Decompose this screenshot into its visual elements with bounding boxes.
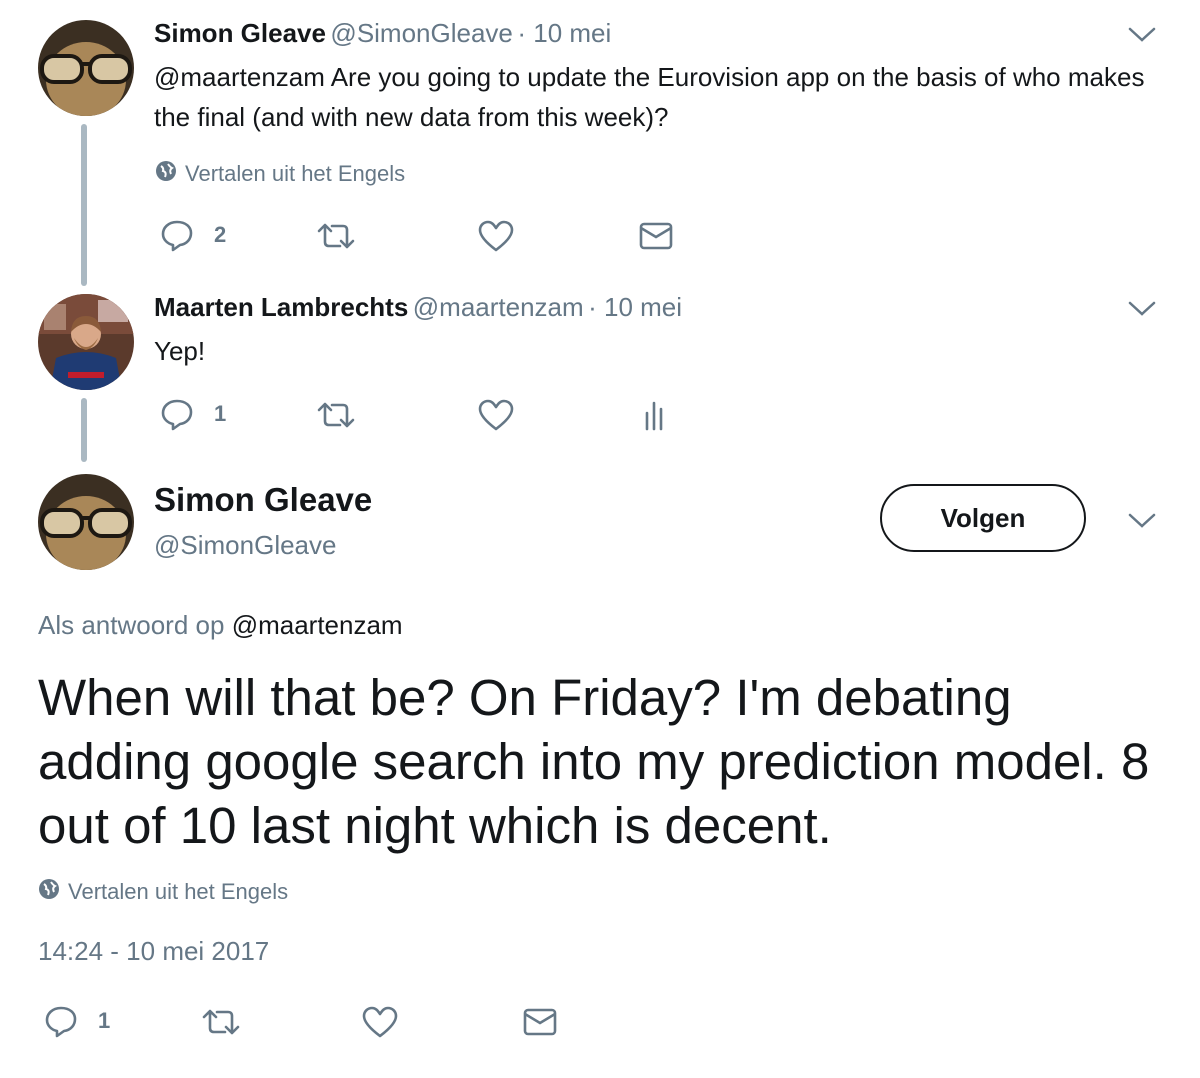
retweet-button[interactable] (316, 401, 356, 429)
main-tweet-text: When will that be? On Friday? I'm debati… (38, 669, 1150, 854)
thread-line (81, 124, 87, 286)
reply-to-link[interactable]: @maartenzam (232, 610, 403, 640)
author-name[interactable]: Simon Gleave (154, 18, 326, 48)
avatar-simon-gleave[interactable] (38, 20, 134, 116)
reply-button[interactable]: 1 (160, 397, 226, 431)
thread-line (81, 398, 87, 462)
author-handle[interactable]: @maartenzam (413, 292, 584, 322)
direct-message-button[interactable] (639, 222, 673, 250)
translate-link[interactable]: Vertalen uit het Engels (155, 160, 405, 188)
retweet-button[interactable] (201, 1008, 241, 1036)
tweet-header: Simon Gleave @SimonGleave · 10 mei (154, 18, 611, 49)
reply-count: 1 (98, 1008, 111, 1033)
translate-label[interactable]: Vertalen uit het Engels (185, 161, 405, 187)
follow-button[interactable]: Volgen (880, 484, 1086, 552)
retweet-icon (316, 401, 356, 429)
reply-context-label: Als antwoord op (38, 610, 225, 640)
translate-link[interactable]: Vertalen uit het Engels (38, 878, 288, 906)
globe-icon (155, 160, 177, 188)
author-name[interactable]: Maarten Lambrechts (154, 292, 408, 322)
reply-button[interactable]: 2 (160, 218, 226, 252)
direct-message-button[interactable] (523, 1008, 557, 1036)
direct-message-icon (523, 1008, 557, 1036)
mention-link[interactable]: @maartenzam (154, 62, 325, 92)
tweet-text: @maartenzam Are you going to update the … (154, 57, 1154, 137)
avatar-simon-gleave[interactable] (38, 474, 134, 570)
like-button[interactable] (478, 399, 514, 431)
avatar-maarten-lambrechts[interactable] (38, 294, 134, 390)
reply-count: 2 (214, 222, 227, 247)
like-button[interactable] (362, 1006, 398, 1038)
reply-icon (160, 218, 194, 252)
author-handle[interactable]: @SimonGleave (154, 530, 336, 561)
direct-message-icon (639, 222, 673, 250)
reply-button[interactable]: 1 (44, 1004, 110, 1038)
reply-context: Als antwoord op @maartenzam (38, 610, 403, 641)
tweet-date[interactable]: · 10 mei (588, 292, 682, 322)
reply-count: 1 (214, 401, 227, 426)
retweet-button[interactable] (316, 222, 356, 250)
like-icon (478, 220, 514, 252)
retweet-icon (201, 1008, 241, 1036)
chevron-down-icon[interactable] (1128, 300, 1156, 323)
like-icon (478, 399, 514, 431)
tweet-body: Yep! (154, 336, 206, 366)
globe-icon (38, 878, 60, 906)
like-icon (362, 1006, 398, 1038)
tweet-timestamp[interactable]: 14:24 - 10 mei 2017 (38, 936, 269, 967)
analytics-icon (644, 399, 668, 431)
reply-icon (44, 1004, 78, 1038)
chevron-down-icon[interactable] (1128, 26, 1156, 49)
like-button[interactable] (478, 220, 514, 252)
chevron-down-icon[interactable] (1128, 512, 1156, 535)
reply-icon (160, 397, 194, 431)
analytics-button[interactable] (644, 399, 668, 431)
tweet-header: Maarten Lambrechts @maartenzam · 10 mei (154, 292, 682, 323)
author-handle[interactable]: @SimonGleave (330, 18, 512, 48)
retweet-icon (316, 222, 356, 250)
author-name[interactable]: Simon Gleave (154, 481, 372, 519)
tweet-date[interactable]: · 10 mei (517, 18, 611, 48)
translate-label[interactable]: Vertalen uit het Engels (68, 879, 288, 905)
